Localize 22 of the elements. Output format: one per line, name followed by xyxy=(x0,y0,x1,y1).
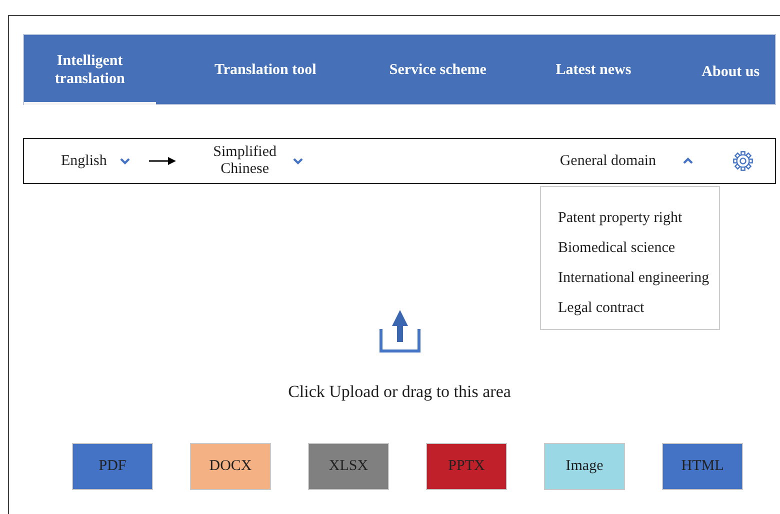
nav-tab[interactable]: Translation tool xyxy=(156,35,376,104)
target-language[interactable]: Simplified Chinese xyxy=(210,144,280,178)
dropdown-item[interactable]: International engineering xyxy=(558,267,719,297)
dropdown-item[interactable]: Legal contract xyxy=(558,297,719,327)
file-type-button[interactable]: DOCX xyxy=(190,442,271,490)
nav-tab[interactable]: About us xyxy=(686,35,776,104)
dropdown-item[interactable]: Biomedical science xyxy=(558,237,719,267)
chevron-up-icon[interactable] xyxy=(683,157,694,165)
file-type-button[interactable]: XLSX xyxy=(308,442,389,490)
domain-selector[interactable]: General domain xyxy=(560,152,656,170)
upload-instruction: Click Upload or drag to this area xyxy=(288,381,511,403)
nav-tab[interactable]: Service scheme xyxy=(375,35,501,104)
nav-tab[interactable]: Latest news xyxy=(500,35,686,104)
arrow-icon xyxy=(148,156,177,166)
nav-tab[interactable]: Intelligent translation xyxy=(24,35,156,104)
file-type-button[interactable]: Image xyxy=(544,442,625,490)
upload-icon[interactable] xyxy=(378,309,420,353)
chevron-down-icon[interactable] xyxy=(120,157,130,165)
chevron-down-icon[interactable] xyxy=(292,157,303,165)
source-language[interactable]: English xyxy=(61,152,107,170)
dropdown-item[interactable]: Patent property right xyxy=(558,207,719,237)
settings-icon[interactable] xyxy=(733,151,754,171)
